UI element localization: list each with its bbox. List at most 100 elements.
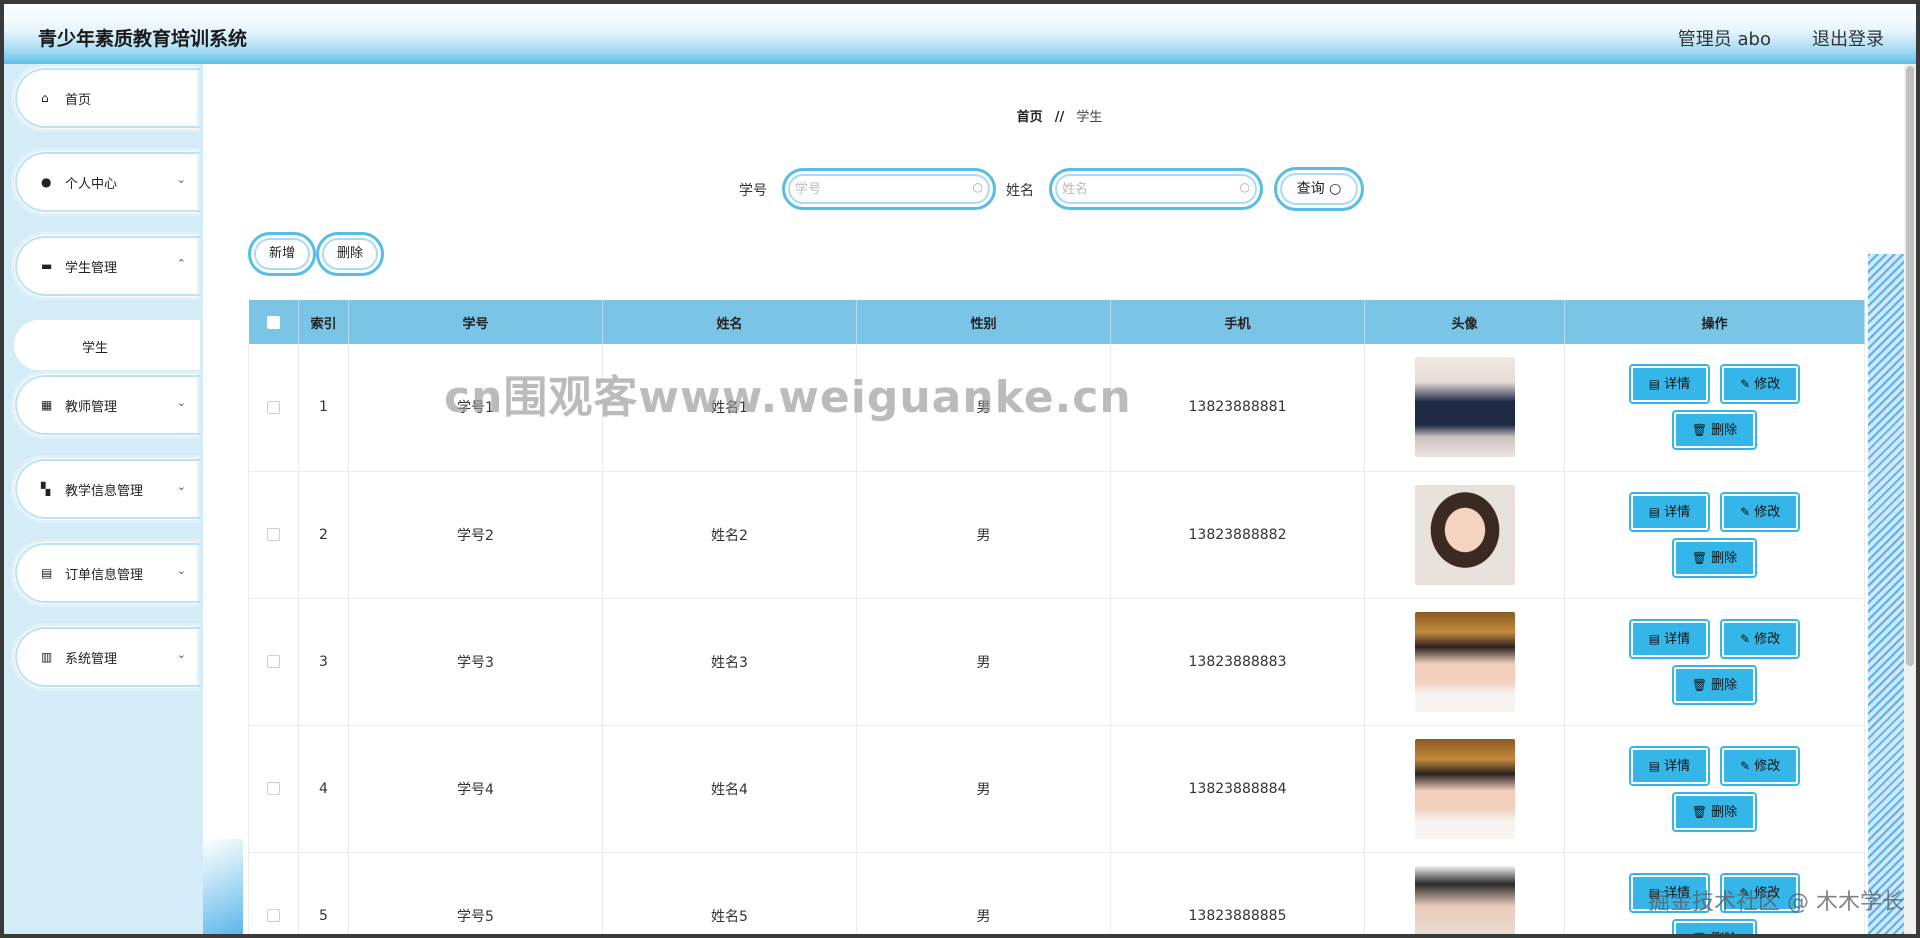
name-input[interactable] xyxy=(1062,179,1222,199)
gender-cell: 男 xyxy=(856,725,1111,853)
app-window: 青少年素质教育培训系统 管理员 abo 退出登录 ⌂ 首页 ● 个人中心 ⌄ ▬… xyxy=(4,4,1916,934)
actions-cell: ▤详情 ✎修改 🗑删除 xyxy=(1564,344,1865,472)
sidebar-item-student-management[interactable]: ▬ 学生管理 ⌃ xyxy=(11,232,200,300)
student-id-cell: 学号5 xyxy=(348,852,603,934)
delete-button-label: 删除 xyxy=(1711,550,1738,566)
sidebar: ⌂ 首页 ● 个人中心 ⌄ ▬ 学生管理 ⌃ 学生 ▦ 教师管理 ⌄ ▚ 教学信… xyxy=(4,64,203,934)
add-button[interactable]: 新增 xyxy=(248,232,316,276)
detail-button[interactable]: ▤ 详情 xyxy=(1630,620,1709,657)
table-row: 4 学号4 姓名4 男 13823888884 ▤ 详情 ✎ 修改 🗑 删除 xyxy=(248,725,1865,853)
row-checkbox[interactable] xyxy=(267,528,280,541)
avatar[interactable] xyxy=(1414,611,1515,712)
document-icon: ▤ xyxy=(1648,504,1661,519)
sidebar-item-home[interactable]: ⌂ 首页 xyxy=(11,64,200,132)
name-cell: 姓名5 xyxy=(602,852,857,934)
avatar[interactable] xyxy=(1414,484,1515,585)
document-icon: ▤ xyxy=(1648,377,1661,392)
edit-button[interactable]: ✎ 修改 xyxy=(1722,747,1799,784)
column-header-gender: 性别 xyxy=(856,300,1111,344)
table-row: 3 学号3 姓名3 男 13823888883 ▤ 详情 ✎ 修改 🗑 删除 xyxy=(248,598,1865,726)
edit-button[interactable]: ✎ 修改 xyxy=(1722,366,1799,403)
name-search[interactable]: ○ xyxy=(1049,168,1263,210)
index-cell: 3 xyxy=(298,598,349,726)
sidebar-item-system-management[interactable]: ▥ 系统管理 ⌄ xyxy=(11,623,200,691)
edit-button[interactable]: ✎ 修改 xyxy=(1722,493,1799,530)
home-icon: ⌂ xyxy=(41,91,49,105)
pencil-icon: ✎ xyxy=(1740,758,1751,773)
actions-cell: ▤详情 ✎修改 🗑删除 xyxy=(1564,725,1865,853)
student-id-cell: 学号2 xyxy=(348,471,603,599)
document-icon: ▤ xyxy=(1648,631,1661,646)
avatar[interactable] xyxy=(1414,738,1515,839)
delete-button[interactable]: 🗑删除 xyxy=(1673,412,1756,449)
edit-button[interactable]: ✎ 修改 xyxy=(1722,620,1799,657)
detail-button[interactable]: ▤ 详情 xyxy=(1630,366,1709,403)
search-icon: ○ xyxy=(972,180,983,194)
vertical-scrollbar[interactable] xyxy=(1904,64,1916,934)
detail-button[interactable]: ▤ 详情 xyxy=(1630,493,1709,530)
footer-watermark: 掘金技术社区 @ 木木学长 xyxy=(1648,890,1904,915)
briefcase-icon: ▬ xyxy=(41,259,53,273)
book-icon: ▥ xyxy=(41,650,53,664)
sidebar-item-label: 系统管理 xyxy=(65,652,118,667)
grid-icon: ▦ xyxy=(41,398,53,412)
trash-icon: 🗑 xyxy=(1692,932,1707,935)
scrollbar-thumb[interactable] xyxy=(1906,66,1914,666)
breadcrumb-home[interactable]: 首页 xyxy=(1017,110,1043,125)
select-all-checkbox[interactable] xyxy=(266,315,280,329)
actions-cell: ▤详情 ✎修改 🗑删除 xyxy=(1564,471,1865,599)
name-cell: 姓名2 xyxy=(602,471,857,599)
delete-button-label: 删除 xyxy=(1711,423,1738,439)
detail-button-label: 详情 xyxy=(1664,377,1691,393)
avatar[interactable] xyxy=(1414,865,1515,934)
pencil-icon: ✎ xyxy=(1740,504,1751,519)
batch-delete-button[interactable]: 删除 xyxy=(316,232,384,276)
delete-button[interactable]: 🗑删除 xyxy=(1673,793,1756,830)
sidebar-subitem-student[interactable]: 学生 xyxy=(14,320,200,370)
delete-button[interactable]: 🗑删除 xyxy=(1673,539,1756,576)
phone-cell: 13823888883 xyxy=(1110,598,1365,726)
breadcrumb-separator: // xyxy=(1054,110,1065,125)
student-id-search[interactable]: ○ xyxy=(782,168,996,210)
avatar[interactable] xyxy=(1414,357,1515,458)
row-checkbox[interactable] xyxy=(267,909,280,922)
sidebar-subitem-label: 学生 xyxy=(82,341,109,356)
delete-button[interactable]: 🗑删除 xyxy=(1673,666,1756,703)
row-checkbox[interactable] xyxy=(267,400,280,414)
avatar-cell xyxy=(1364,598,1565,726)
row-checkbox[interactable] xyxy=(267,782,280,795)
phone-cell: 13823888884 xyxy=(1110,725,1365,853)
pencil-icon: ✎ xyxy=(1740,377,1751,392)
search-icon: ○ xyxy=(1239,180,1250,194)
query-button[interactable]: 查询 ○ xyxy=(1274,167,1364,211)
delete-button-label: 删除 xyxy=(1711,804,1738,820)
delete-button[interactable]: 🗑删除 xyxy=(1673,920,1756,935)
student-id-cell: 学号3 xyxy=(348,598,603,726)
detail-button-label: 详情 xyxy=(1664,758,1691,774)
edit-button-label: 修改 xyxy=(1754,504,1781,520)
phone-cell: 13823888885 xyxy=(1110,852,1365,934)
sidebar-item-order-info[interactable]: ▤ 订单信息管理 ⌄ xyxy=(11,539,200,607)
clipboard-icon: ▤ xyxy=(41,566,53,580)
row-checkbox[interactable] xyxy=(267,655,280,668)
gender-cell: 男 xyxy=(856,471,1111,599)
row-select-cell xyxy=(248,344,299,472)
student-id-input[interactable] xyxy=(795,179,955,199)
detail-button[interactable]: ▤ 详情 xyxy=(1630,747,1709,784)
index-cell: 2 xyxy=(298,471,349,599)
sidebar-item-teacher-management[interactable]: ▦ 教师管理 ⌄ xyxy=(11,371,200,439)
row-select-cell xyxy=(248,598,299,726)
index-cell: 5 xyxy=(298,852,349,934)
sidebar-item-label: 教师管理 xyxy=(65,400,118,415)
admin-label: 管理员 abo xyxy=(1677,29,1771,50)
sidebar-item-teaching-info[interactable]: ▚ 教学信息管理 ⌄ xyxy=(11,455,200,523)
app-title: 青少年素质教育培训系统 xyxy=(38,28,248,50)
sidebar-item-label: 学生管理 xyxy=(65,261,118,276)
chevron-down-icon: ⌄ xyxy=(176,396,186,409)
edit-button-label: 修改 xyxy=(1754,377,1781,393)
trash-icon: 🗑 xyxy=(1691,804,1708,819)
pencil-icon: ✎ xyxy=(1740,631,1751,646)
logout-link[interactable]: 退出登录 xyxy=(1812,25,1884,51)
chevron-up-icon: ⌃ xyxy=(176,257,186,270)
sidebar-item-personal-center[interactable]: ● 个人中心 ⌄ xyxy=(11,148,200,216)
